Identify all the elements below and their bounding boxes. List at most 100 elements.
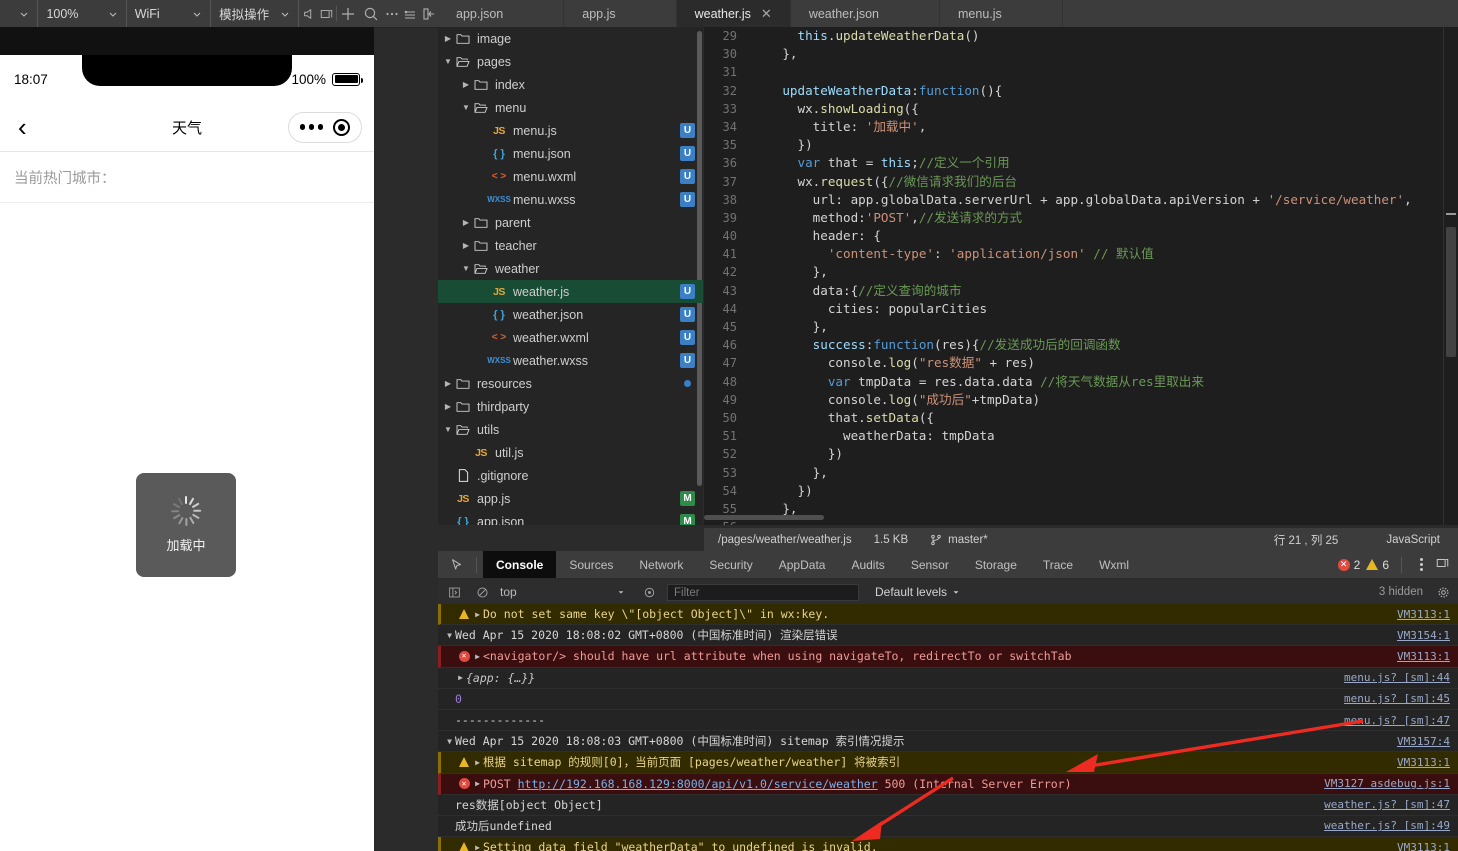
- tree-item-menu-wxml[interactable]: < > menu.wxml U: [438, 165, 703, 188]
- chevron-down-icon[interactable]: ▼: [442, 425, 454, 434]
- console-log-source[interactable]: VM3113:1: [1397, 608, 1450, 621]
- console-log-row[interactable]: ▶ Do not set same key \"[object Object]\"…: [438, 604, 1458, 626]
- code-line[interactable]: },: [752, 500, 1458, 518]
- console-log-source[interactable]: VM3113:1: [1397, 756, 1450, 769]
- tree-item-weather-js[interactable]: JS weather.js U: [438, 280, 703, 303]
- tree-item-util-js[interactable]: JS util.js: [438, 441, 703, 464]
- code-content[interactable]: this.updateWeatherData() }, updateWeathe…: [752, 27, 1458, 525]
- code-line[interactable]: console.log("成功后"+tmpData): [752, 391, 1458, 409]
- editor-horizontal-scrollbar[interactable]: [704, 515, 824, 520]
- console-log-row[interactable]: ✕ ▶ <navigator/> should have url attribute…: [438, 646, 1458, 668]
- code-line[interactable]: header: {: [752, 227, 1458, 245]
- chevron-down-icon[interactable]: ▼: [460, 264, 472, 273]
- console-log-url[interactable]: http://192.168.168.129:8000/api/v1.0/ser…: [518, 777, 878, 791]
- chevron-right-icon[interactable]: ▶: [460, 218, 472, 227]
- console-log-source[interactable]: menu.js? [sm]:44: [1344, 671, 1450, 684]
- chevron-right-icon[interactable]: ▶: [472, 779, 483, 788]
- chevron-right-icon[interactable]: ▶: [472, 758, 483, 767]
- warning-count-badge[interactable]: 6: [1366, 558, 1389, 572]
- code-line[interactable]: data:{//定义查询的城市: [752, 282, 1458, 300]
- tree-item-menu-json[interactable]: { } menu.json U: [438, 142, 703, 165]
- code-editor[interactable]: 29 30 31 32 33 34 35 36 37 38 39 40 41 42 43 44 45 46 47 48…: [704, 27, 1458, 525]
- tree-item-resources[interactable]: ▶ resources: [438, 372, 703, 395]
- devtools-tab-appdata[interactable]: AppData: [766, 551, 839, 578]
- console-log-source[interactable]: VM3157:4: [1397, 735, 1450, 748]
- code-line[interactable]: [752, 63, 1458, 81]
- file-tree[interactable]: ▶ image ▼ pages ▶ index ▼ menu JS menu.js U { } menu…: [438, 27, 703, 525]
- console-log-source[interactable]: VM3113:1: [1397, 650, 1450, 663]
- ellipsis-icon[interactable]: [299, 124, 323, 130]
- show-console-sidebar-icon[interactable]: [444, 586, 464, 599]
- code-line[interactable]: title: '加载中',: [752, 118, 1458, 136]
- code-line[interactable]: 'content-type': 'application/json' // 默认…: [752, 245, 1458, 263]
- rotate-screen-icon[interactable]: [318, 0, 336, 27]
- code-line[interactable]: },: [752, 263, 1458, 281]
- devtools-tab-network[interactable]: Network: [626, 551, 696, 578]
- code-line[interactable]: success:function(res){//发送成功后的回调函数: [752, 336, 1458, 354]
- target-icon[interactable]: [333, 118, 350, 136]
- console-log-row[interactable]: ▼ Wed Apr 15 2020 18:08:02 GMT+0800 (中国标准…: [438, 625, 1458, 647]
- devtools-tab-sources[interactable]: Sources: [556, 551, 626, 578]
- console-log-row[interactable]: 成功后undefined weather.js? [sm]:49: [438, 816, 1458, 838]
- tree-item-weather-wxml[interactable]: < > weather.wxml U: [438, 326, 703, 349]
- code-line[interactable]: method:'POST',//发送请求的方式: [752, 209, 1458, 227]
- chevron-right-icon[interactable]: ▶: [460, 80, 472, 89]
- console-log-row[interactable]: ✕ ▶ POST http://192.168.168.129:8000/api/v…: [438, 773, 1458, 795]
- editor-tab-app-json[interactable]: app.json: [438, 0, 565, 27]
- code-line[interactable]: [752, 518, 1458, 525]
- console-context-select[interactable]: top: [500, 585, 631, 599]
- tree-item-menu[interactable]: ▼ menu: [438, 96, 703, 119]
- chevron-right-icon[interactable]: ▶: [472, 843, 483, 851]
- console-log-row[interactable]: ▶ Setting data field "weatherData" to und…: [438, 837, 1458, 851]
- devtools-tab-sensor[interactable]: Sensor: [898, 551, 962, 578]
- volume-icon[interactable]: [299, 0, 317, 27]
- console-log-row[interactable]: ▼ Wed Apr 15 2020 18:08:03 GMT+0800 (中国标准…: [438, 731, 1458, 753]
- code-line[interactable]: url: app.globalData.serverUrl + app.glob…: [752, 191, 1458, 209]
- inspect-element-icon[interactable]: [444, 558, 470, 572]
- editor-vertical-scrollbar[interactable]: [1446, 227, 1456, 357]
- code-line[interactable]: this.updateWeatherData(): [752, 27, 1458, 45]
- panel-toggle-icon[interactable]: [420, 0, 438, 27]
- devtools-tab-wxml[interactable]: Wxml: [1086, 551, 1142, 578]
- tree-item-menu-wxss[interactable]: WXSS menu.wxss U: [438, 188, 703, 211]
- chevron-down-icon[interactable]: ▼: [442, 57, 454, 66]
- code-line[interactable]: that.setData({: [752, 409, 1458, 427]
- chevron-right-icon[interactable]: ▶: [460, 241, 472, 250]
- chevron-right-icon[interactable]: ▶: [472, 652, 483, 661]
- console-log-row[interactable]: ▶ 根据 sitemap 的规则[0]，当前页面 [pages/weather/w…: [438, 752, 1458, 774]
- editor-tab-app-js[interactable]: app.js: [564, 0, 677, 27]
- console-log-source[interactable]: weather.js? [sm]:47: [1324, 798, 1450, 811]
- status-cursor-position[interactable]: 行 21 , 列 25: [1274, 532, 1339, 548]
- chevron-right-icon[interactable]: ▶: [442, 379, 454, 388]
- tree-item-index[interactable]: ▶ index: [438, 73, 703, 96]
- code-line[interactable]: },: [752, 45, 1458, 63]
- code-line[interactable]: var tmpData = res.data.data //将天气数据从res里…: [752, 373, 1458, 391]
- code-line[interactable]: console.log("res数据" + res): [752, 354, 1458, 372]
- error-count-badge[interactable]: ✕ 2: [1337, 558, 1360, 572]
- code-line[interactable]: },: [752, 464, 1458, 482]
- console-log-row[interactable]: 0 menu.js? [sm]:45: [438, 689, 1458, 710]
- devtools-tab-trace[interactable]: Trace: [1030, 551, 1086, 578]
- tree-item-teacher[interactable]: ▶ teacher: [438, 234, 703, 257]
- devtools-tab-audits[interactable]: Audits: [838, 551, 897, 578]
- dock-panel-icon[interactable]: [1435, 556, 1450, 573]
- chevron-right-icon[interactable]: ▶: [472, 610, 483, 619]
- code-line[interactable]: }): [752, 136, 1458, 154]
- console-log-list[interactable]: ▶ Do not set same key \"[object Object]\"…: [438, 604, 1458, 851]
- list-icon[interactable]: [401, 0, 419, 27]
- tree-item-weather-wxss[interactable]: WXSS weather.wxss U: [438, 349, 703, 372]
- status-language[interactable]: JavaScript: [1386, 534, 1440, 546]
- console-log-source[interactable]: VM3113:1: [1397, 841, 1450, 851]
- kebab-menu-icon[interactable]: [1414, 558, 1429, 571]
- chevron-right-icon[interactable]: ▶: [442, 402, 454, 411]
- tree-item-app-js[interactable]: JS app.js M: [438, 487, 703, 510]
- tree-item-weather-json[interactable]: { } weather.json U: [438, 303, 703, 326]
- chevron-down-icon[interactable]: ▼: [444, 737, 455, 746]
- tree-item-image[interactable]: ▶ image: [438, 27, 703, 50]
- wechat-capsule-button[interactable]: [287, 111, 362, 143]
- console-log-row[interactable]: res数据[object Object] weather.js? [sm]:47: [438, 795, 1458, 816]
- live-expression-icon[interactable]: [639, 586, 659, 599]
- chevron-right-icon[interactable]: ▶: [442, 34, 454, 43]
- network-select[interactable]: WiFi: [127, 0, 212, 27]
- code-line[interactable]: var that = this;//定义一个引用: [752, 154, 1458, 172]
